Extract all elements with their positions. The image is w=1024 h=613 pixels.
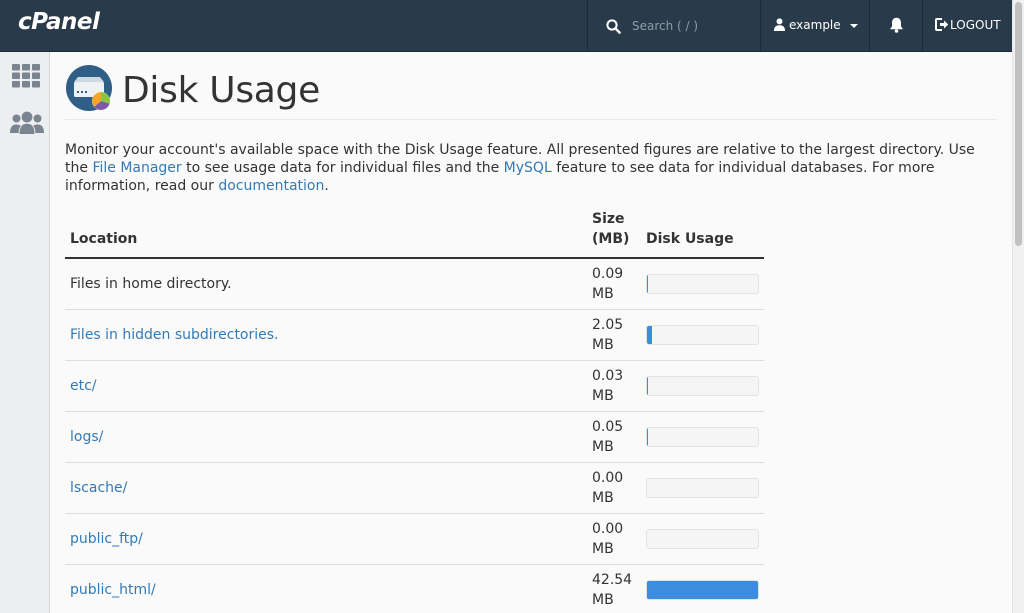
sidebar <box>0 52 50 613</box>
logout-label: LOGOUT <box>950 18 1001 32</box>
mysql-link[interactable]: MySQL <box>504 160 552 176</box>
sidebar-item-users[interactable] <box>9 110 45 140</box>
directory-link[interactable]: logs/ <box>70 429 103 445</box>
user-icon <box>774 18 785 31</box>
size-cell: 2.05 MB <box>587 308 641 360</box>
usage-cell <box>641 512 764 564</box>
usage-progress-bar <box>646 324 759 345</box>
sidebar-item-tools[interactable] <box>9 62 45 92</box>
location-cell: public_html/ <box>65 563 587 613</box>
page-title: Disk Usage <box>122 70 320 111</box>
usage-cell <box>641 258 764 309</box>
usage-progress-fill <box>647 325 653 344</box>
table-body: Files in home directory. 0.09 MB Files in … <box>65 258 764 613</box>
notifications-button[interactable] <box>871 0 923 52</box>
directory-link[interactable]: public_html/ <box>70 582 156 598</box>
chevron-down-icon <box>850 24 858 28</box>
main-content: Disk Usage Monitor your account's availa… <box>65 52 997 613</box>
location-label: Files in home directory. <box>70 275 232 292</box>
scrollbar-thumb[interactable] <box>1015 2 1022 246</box>
page-scrollbar[interactable] <box>1012 0 1024 613</box>
disk-usage-icon <box>66 65 112 111</box>
search-input[interactable] <box>632 16 752 36</box>
size-cell: 0.03 MB <box>587 359 641 411</box>
usage-cell <box>641 359 764 411</box>
search-box[interactable] <box>587 0 761 52</box>
size-cell: 0.05 MB <box>587 410 641 462</box>
location-cell: Files in home directory. <box>65 258 587 309</box>
table-row: lscache/0.00 MB <box>65 461 764 513</box>
table-header-row: Location Size (MB) Disk Usage <box>65 207 764 259</box>
top-navbar: cPanel example LOGOUT <box>0 0 1012 52</box>
size-column-header[interactable]: Size (MB) <box>587 207 641 259</box>
logout-icon <box>935 18 949 31</box>
usage-progress-bar <box>646 375 759 396</box>
size-cell: 0.00 MB <box>587 461 641 513</box>
page-description: Monitor your account's available space w… <box>65 141 995 195</box>
location-cell: public_ftp/ <box>65 512 587 564</box>
size-cell: 0.00 MB <box>587 512 641 564</box>
file-manager-link[interactable]: File Manager <box>92 160 181 176</box>
location-cell: logs/ <box>65 410 587 462</box>
usage-progress-bar <box>646 477 759 498</box>
description-text: . <box>324 178 329 194</box>
table-row: public_html/42.54 MB <box>65 563 764 613</box>
page-header: Disk Usage <box>65 64 997 120</box>
user-menu[interactable]: example <box>761 0 870 52</box>
usage-cell <box>641 308 764 360</box>
bell-icon <box>890 17 903 33</box>
table-row: logs/0.05 MB <box>65 410 764 462</box>
table-row: etc/0.03 MB <box>65 359 764 411</box>
location-cell: lscache/ <box>65 461 587 513</box>
usage-progress-bar <box>646 528 759 549</box>
directory-link[interactable]: Files in hidden subdirectories. <box>70 327 279 343</box>
size-cell: 0.09 MB <box>592 265 624 302</box>
usage-cell <box>641 410 764 462</box>
usage-cell <box>641 563 764 613</box>
disk-usage-table: Location Size (MB) Disk Usage Files in h… <box>65 207 764 613</box>
grid-icon <box>12 64 40 88</box>
disk-usage-column-header: Disk Usage <box>641 207 764 259</box>
table-row: public_ftp/0.00 MB <box>65 512 764 564</box>
logout-button[interactable]: LOGOUT <box>924 0 1012 52</box>
usage-cell <box>641 461 764 513</box>
table-row: Files in hidden subdirectories. 2.05 MB <box>65 308 764 360</box>
directory-link[interactable]: etc/ <box>70 378 97 394</box>
usage-progress-fill <box>647 580 758 599</box>
usage-progress-bar <box>646 579 759 600</box>
cpanel-logo[interactable]: cPanel <box>18 9 100 35</box>
search-icon <box>606 19 621 34</box>
size-cell: 42.54 MB <box>587 563 641 613</box>
documentation-link[interactable]: documentation <box>218 178 324 194</box>
description-text: to see usage data for individual files a… <box>181 160 504 176</box>
location-cell: etc/ <box>65 359 587 411</box>
table-row: Files in home directory. 0.09 MB <box>65 258 764 309</box>
directory-link[interactable]: lscache/ <box>70 480 127 496</box>
location-column-header[interactable]: Location <box>65 207 587 259</box>
users-icon <box>10 111 44 134</box>
username-label: example <box>789 18 841 32</box>
location-cell: Files in hidden subdirectories. <box>65 308 587 360</box>
usage-progress-bar <box>646 273 759 294</box>
directory-link[interactable]: public_ftp/ <box>70 531 143 547</box>
usage-progress-bar <box>646 426 759 447</box>
